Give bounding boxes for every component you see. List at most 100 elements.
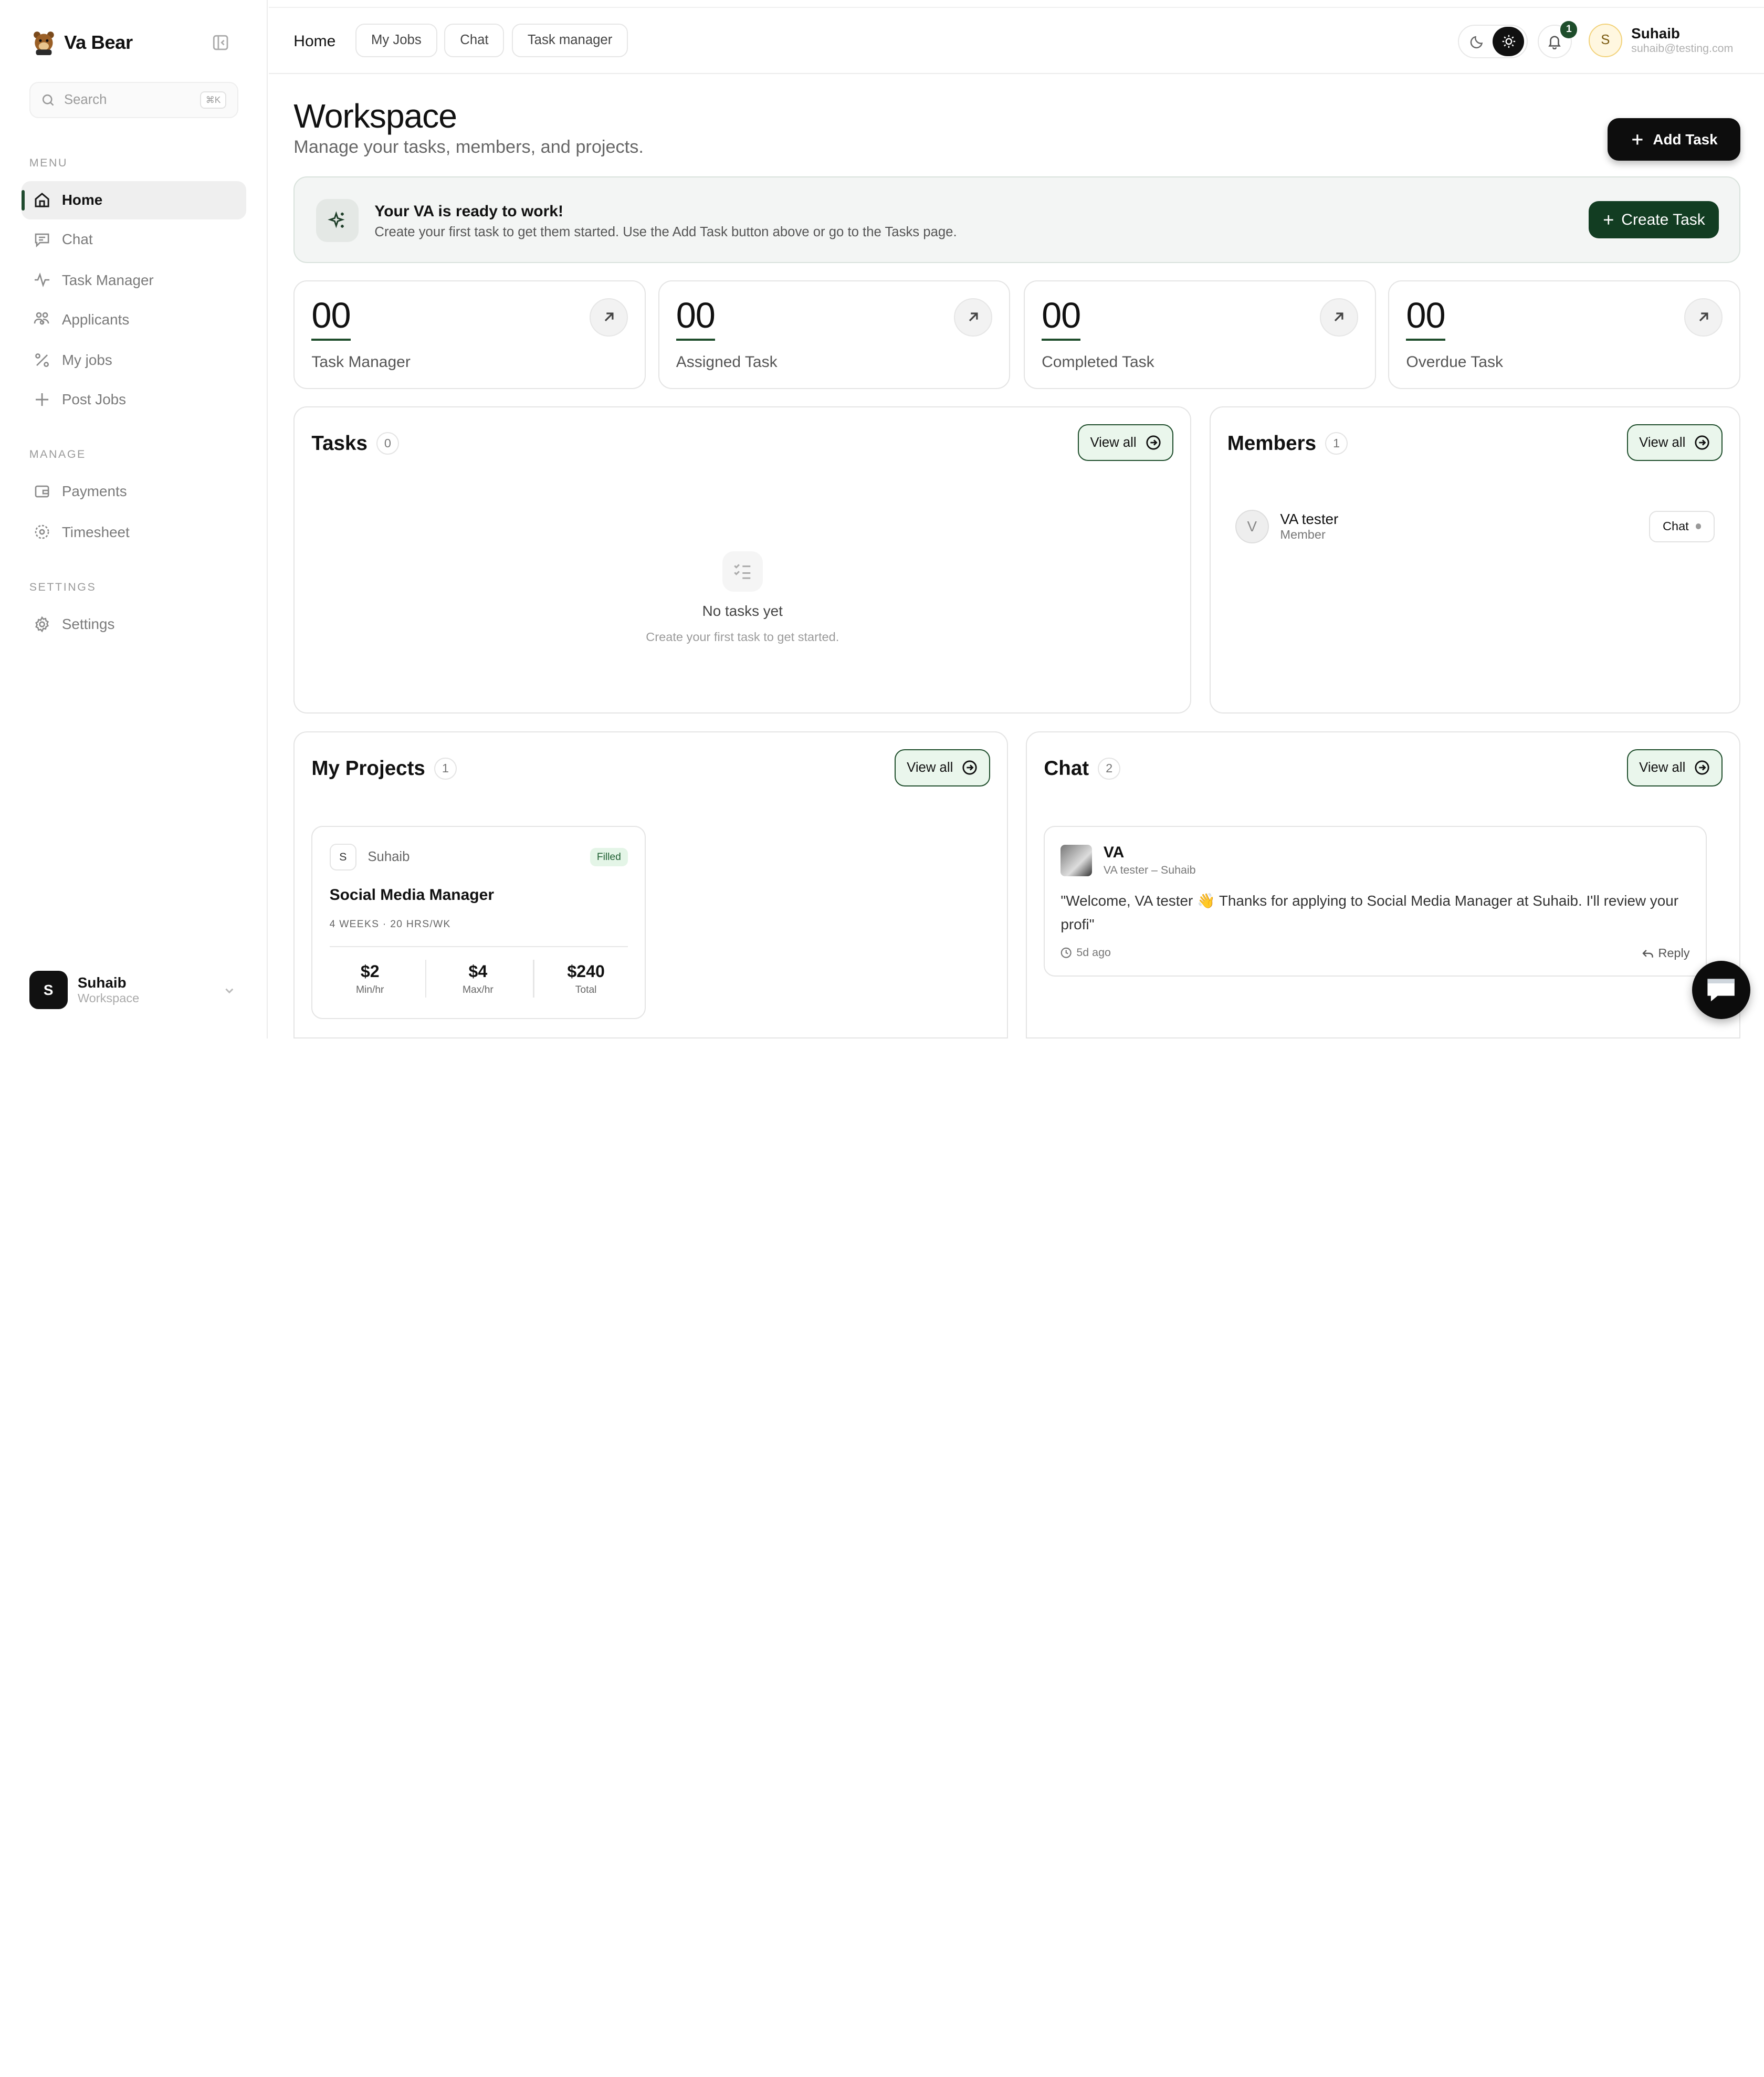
avatar: S [1588, 23, 1622, 58]
plus-icon [1632, 134, 1642, 145]
card-title-text: Tasks [311, 432, 368, 455]
rate-total: $240 Total [537, 962, 636, 996]
light-mode-button[interactable] [1493, 27, 1525, 56]
member-row[interactable]: V VA tester Member [1235, 509, 1338, 543]
member-role: Member [1280, 528, 1326, 542]
sidebar-item-task-manager[interactable]: Task Manager [22, 261, 247, 299]
project-meta: 4 WEEKS · 20 HRS/WK [329, 919, 451, 930]
rate-label: Max/hr [462, 984, 494, 996]
reply-label: Reply [1658, 946, 1690, 960]
divider [425, 959, 426, 998]
chat-card-title: Chat 2 [1044, 757, 1121, 780]
empty-state-subtitle: Create your first task to get started. [646, 630, 839, 644]
sidebar-item-post-jobs[interactable]: Post Jobs [22, 380, 247, 418]
chat-participants: VA tester – Suhaib [1103, 864, 1196, 877]
dark-mode-button[interactable] [1461, 27, 1493, 56]
search-icon [43, 94, 54, 106]
plus-icon [36, 393, 49, 406]
create-task-button[interactable]: Create Task [1588, 201, 1719, 239]
topbar-tab-my-jobs[interactable]: My Jobs [355, 23, 437, 58]
stat-card-overdue-task[interactable]: 00 Overdue Task [1388, 280, 1740, 390]
moon-icon [1470, 36, 1483, 49]
chat-view-all-button[interactable]: View all [1626, 749, 1723, 786]
stat-card-task-manager[interactable]: 00 Task Manager [293, 280, 646, 390]
page-subtitle: Manage your tasks, members, and projects… [293, 137, 644, 158]
stat-value: 00 [1042, 295, 1081, 341]
topbar-tab-chat[interactable]: Chat [444, 23, 505, 58]
activity-icon [35, 272, 50, 288]
chat-message-time: 5d ago [1060, 946, 1111, 959]
workspace-switcher[interactable]: S Suhaib Workspace [29, 970, 243, 1010]
arrow-up-right-icon[interactable] [954, 298, 993, 337]
sidebar-item-my-jobs[interactable]: My jobs [22, 341, 247, 379]
arrow-right-circle-icon [1695, 760, 1710, 775]
notifications-button[interactable]: 1 [1538, 21, 1578, 59]
count-badge: 2 [1098, 757, 1121, 780]
view-all-label: View all [1090, 435, 1137, 450]
bell-icon [1548, 36, 1561, 50]
card-title-text: Members [1227, 432, 1317, 455]
create-task-label: Create Task [1621, 211, 1705, 228]
sidebar-item-applicants[interactable]: Applicants [22, 300, 247, 339]
timesheet-icon [35, 525, 49, 539]
members-view-all-button[interactable]: View all [1626, 424, 1723, 461]
search-input[interactable]: Search ⌘K [29, 82, 239, 118]
arrow-up-right-icon[interactable] [1319, 298, 1358, 337]
sidebar-item-label: Timesheet [61, 523, 130, 540]
rate-max: $4 Max/hr [428, 962, 528, 996]
reply-icon [1642, 949, 1653, 958]
rate-value: $2 [360, 961, 380, 981]
sidebar-item-home[interactable]: Home [21, 181, 247, 219]
arrow-up-right-icon[interactable] [1684, 298, 1723, 337]
reply-button[interactable]: Reply [1641, 946, 1690, 960]
tasks-view-all-button[interactable]: View all [1078, 424, 1174, 461]
app-root: Va Bear Search ⌘K MENU Home Chat Task Ma… [0, 0, 1764, 1038]
projects-view-all-button[interactable]: View all [894, 749, 990, 786]
sidebar-collapse-icon[interactable] [212, 34, 229, 51]
clock-icon [1061, 947, 1072, 958]
sparkles-icon [316, 199, 359, 242]
projects-card: My Projects 1 View all S Suhaib Filled S… [293, 731, 1008, 1038]
stat-card-completed-task[interactable]: 00 Completed Task [1023, 280, 1376, 390]
topbar-home-link[interactable]: Home [293, 33, 335, 50]
count-badge: 0 [376, 432, 399, 455]
user-menu[interactable]: S Suhaib suhaib@testing.com [1588, 23, 1734, 58]
search-shortcut: ⌘K [200, 91, 226, 109]
users-icon [34, 312, 49, 325]
sidebar-item-label: Applicants [61, 311, 130, 328]
sidebar-item-settings[interactable]: Settings [22, 605, 247, 644]
banner-title: Your VA is ready to work! [374, 202, 563, 220]
brand[interactable]: Va Bear [33, 30, 133, 55]
sun-icon [1502, 35, 1515, 48]
page-title: Workspace [293, 97, 457, 135]
sidebar-item-label: My jobs [61, 351, 112, 368]
sidebar: Va Bear Search ⌘K MENU Home Chat Task Ma… [0, 0, 268, 1038]
stat-card-assigned-task[interactable]: 00 Assigned Task [658, 280, 1011, 390]
chat-card: Chat 2 View all VA VA tester – Suhaib "W… [1026, 731, 1740, 1038]
sidebar-item-timesheet[interactable]: Timesheet [22, 513, 247, 551]
sidebar-item-payments[interactable]: Payments [22, 473, 247, 511]
theme-toggle[interactable] [1458, 24, 1528, 59]
sidebar-item-label: Settings [61, 616, 115, 633]
member-chat-button[interactable]: Chat [1649, 510, 1715, 542]
user-email: suhaib@testing.com [1631, 42, 1734, 55]
count-badge: 1 [434, 757, 457, 780]
section-label-menu: MENU [29, 156, 68, 169]
topbar-tab-task-manager[interactable]: Task manager [511, 23, 628, 58]
workspace-label: Workspace [77, 991, 140, 1005]
chat-message-card[interactable]: VA VA tester – Suhaib "Welcome, VA teste… [1044, 825, 1707, 977]
percent-icon [35, 353, 49, 367]
sidebar-item-chat[interactable]: Chat [22, 221, 247, 259]
arrow-up-right-icon[interactable] [590, 298, 628, 337]
stat-value: 00 [1406, 295, 1446, 341]
sidebar-item-label: Home [61, 192, 103, 208]
view-all-label: View all [907, 760, 953, 775]
stat-label: Assigned Task [676, 353, 778, 371]
home-icon [35, 193, 49, 207]
support-chat-button[interactable] [1692, 961, 1751, 1020]
add-task-button[interactable]: Add Task [1608, 118, 1740, 161]
notification-count-badge: 1 [1560, 21, 1578, 38]
project-card[interactable]: S Suhaib Filled Social Media Manager 4 W… [311, 825, 646, 1020]
project-title: Social Media Manager [329, 886, 494, 904]
chat-icon [35, 234, 49, 248]
